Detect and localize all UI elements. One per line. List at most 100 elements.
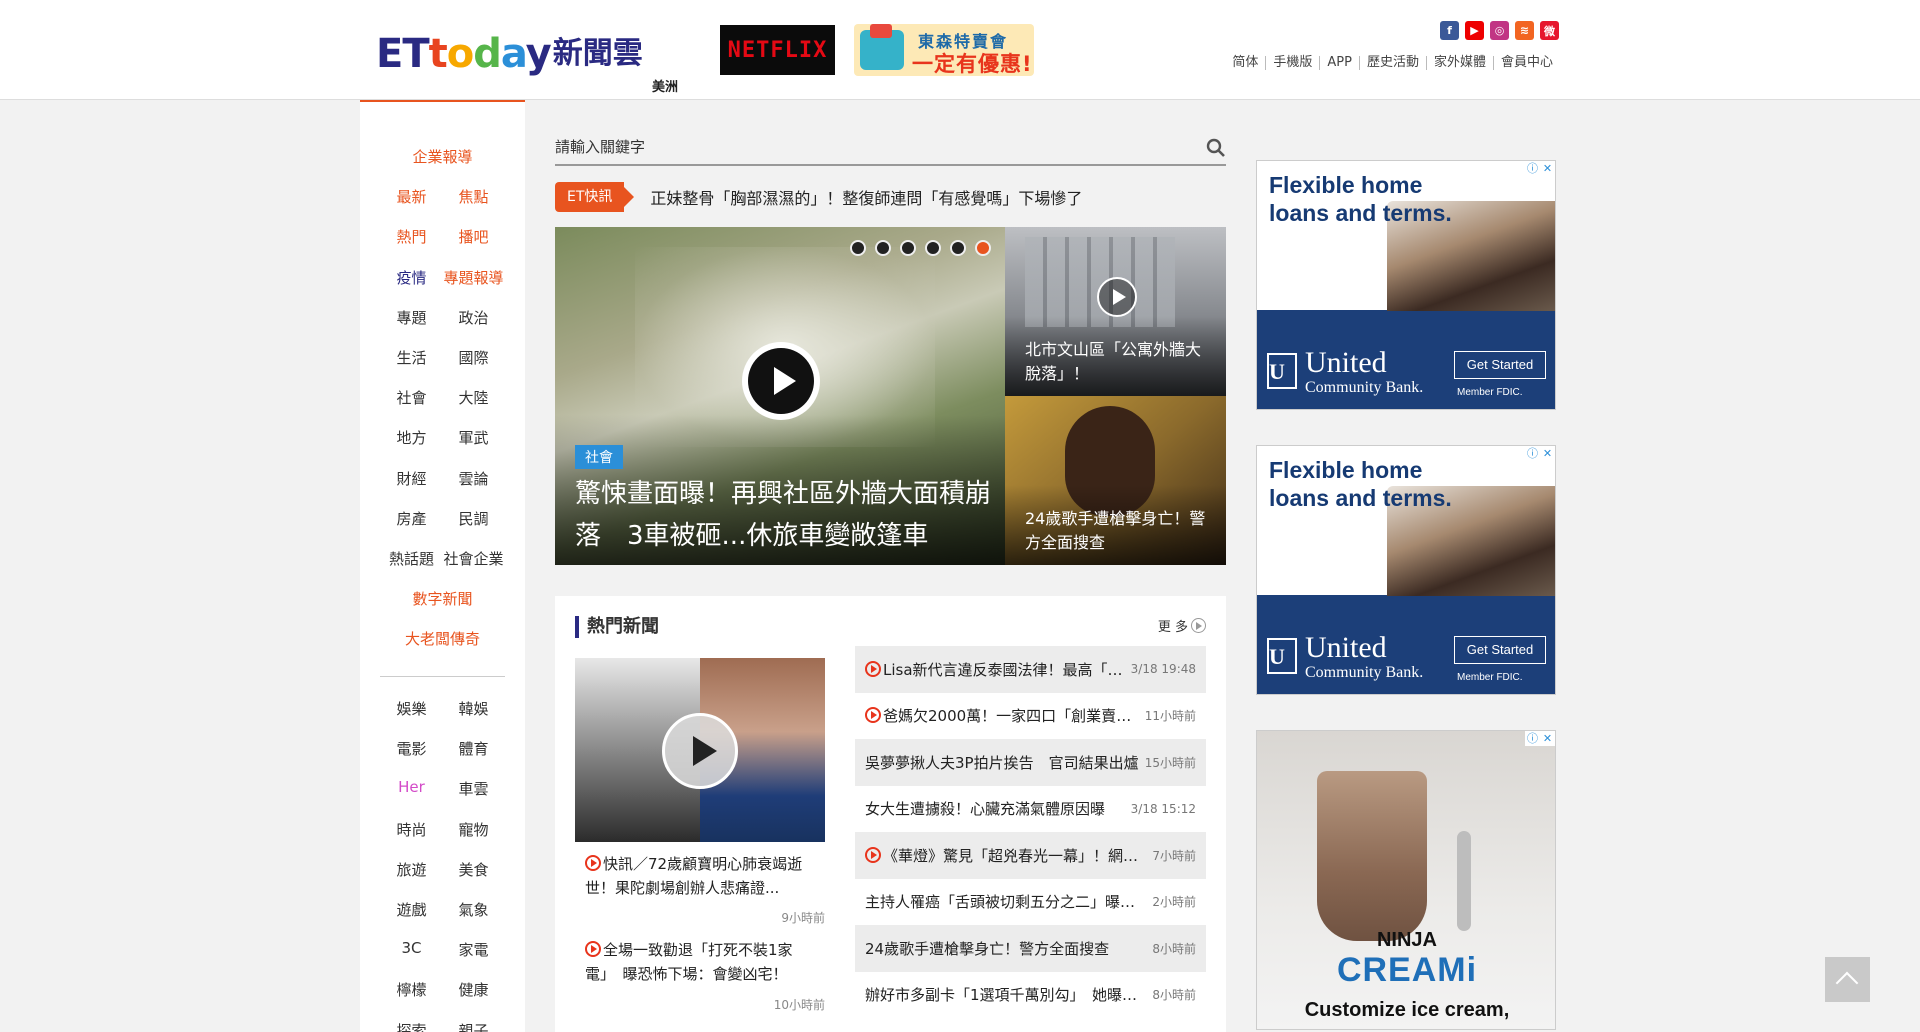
toplink-outdoor-media[interactable]: 家外媒體: [1425, 56, 1493, 70]
hot-news-thumbnail[interactable]: [575, 658, 825, 842]
side-story-title[interactable]: 24歲歌手遭槍擊身亡！警方全面搜查: [1025, 507, 1215, 555]
nav-item[interactable]: 遊戲: [381, 899, 443, 920]
nav-item[interactable]: 寵物: [443, 819, 505, 840]
nav-item[interactable]: 氣象: [443, 899, 505, 920]
nav-item[interactable]: 熱話題: [381, 548, 443, 569]
nav-item[interactable]: 雲論: [443, 468, 505, 489]
play-icon[interactable]: [742, 342, 820, 420]
list-item[interactable]: 主持人罹癌「舌頭被切剩五分之二」曝近況 2小時前: [855, 879, 1206, 926]
adchoices-icon[interactable]: ⓘ: [1525, 161, 1540, 176]
carousel-dot[interactable]: [950, 240, 966, 256]
list-item[interactable]: 爸媽欠2000萬！一家四口「創業賣雞排」 11小時前: [855, 693, 1206, 740]
hot-left-headline[interactable]: 全場一致勸退「打死不裝1家電」 曝恐怖下場：會變凶宅！: [585, 938, 815, 986]
toplink-events[interactable]: 歷史活動: [1358, 56, 1426, 70]
hot-left-headline[interactable]: 快訊／72歲顧寶明心肺衰竭逝世！果陀劇場創辦人悲痛證...: [585, 852, 815, 900]
side-story-2[interactable]: 24歲歌手遭槍擊身亡！警方全面搜查: [1005, 396, 1226, 565]
nav-item[interactable]: 檸檬: [381, 979, 443, 1000]
nav-item[interactable]: 疫情: [381, 267, 443, 288]
close-icon[interactable]: ✕: [1540, 731, 1555, 746]
nav-item[interactable]: 家電: [443, 939, 505, 960]
nav-item[interactable]: 3C: [381, 939, 443, 960]
hero-category-tag[interactable]: 社會: [575, 445, 623, 469]
promo-banner[interactable]: 東森特賣會 一定有優惠!: [854, 24, 1034, 76]
nav-item[interactable]: 房產: [381, 508, 443, 529]
close-icon[interactable]: ✕: [1540, 161, 1555, 176]
nav-item[interactable]: 專題報導: [443, 267, 505, 288]
toplink-member[interactable]: 會員中心: [1492, 56, 1560, 70]
carousel-dot[interactable]: [875, 240, 891, 256]
youtube-icon[interactable]: ▶: [1465, 21, 1484, 40]
facebook-icon[interactable]: f: [1440, 21, 1459, 40]
list-item-title[interactable]: Lisa新代言違反泰國法律！最高「罰50萬」: [865, 659, 1127, 680]
hero-slide[interactable]: 社會 驚悚畫面曝！再興社區外牆大面積崩落 3車被砸...休旅車變敞篷車: [555, 227, 1005, 565]
ad-ninja-creami[interactable]: NINJA CREAMi Customize ice cream, ⓘ ✕: [1256, 730, 1556, 1030]
weibo-icon[interactable]: 微: [1540, 21, 1559, 40]
nav-item[interactable]: 韓娛: [443, 698, 505, 719]
play-icon[interactable]: [662, 713, 738, 789]
carousel-dot[interactable]: [900, 240, 916, 256]
nav-item[interactable]: 車雲: [443, 778, 505, 799]
flash-headline[interactable]: 正妹整骨「胸部濕濕的」！整復師連問「有感覺嗎」下場慘了: [650, 185, 1082, 209]
side-story-1[interactable]: 北市文山區「公寓外牆大脫落」！: [1005, 227, 1226, 396]
list-item[interactable]: 24歲歌手遭槍擊身亡！警方全面搜查 8小時前: [855, 925, 1206, 972]
nav-item[interactable]: 專題: [381, 307, 443, 328]
list-item[interactable]: 吳夢夢揪人夫3P拍片挨告 官司結果出爐 15小時前: [855, 739, 1206, 786]
close-icon[interactable]: ✕: [1540, 446, 1555, 461]
nav-item[interactable]: 政治: [443, 307, 505, 328]
more-link[interactable]: 更 多: [1158, 616, 1206, 635]
region-label[interactable]: 美洲: [652, 76, 678, 95]
back-to-top-button[interactable]: [1825, 957, 1870, 1002]
nav-item[interactable]: 體育: [443, 738, 505, 759]
nav-item[interactable]: 財經: [381, 468, 443, 489]
nav-item[interactable]: 熱門: [381, 226, 443, 247]
get-started-button[interactable]: Get Started: [1454, 636, 1546, 664]
nav-item[interactable]: 探索: [381, 1020, 443, 1032]
ad-united-community-bank[interactable]: Flexible home loans and terms. U United …: [1256, 160, 1556, 410]
carousel-dot[interactable]: [975, 240, 991, 256]
nav-item[interactable]: 民調: [443, 508, 505, 529]
nav-item[interactable]: 美食: [443, 859, 505, 880]
list-item-title[interactable]: 爸媽欠2000萬！一家四口「創業賣雞排」: [865, 705, 1141, 726]
ad-united-community-bank[interactable]: Flexible home loans and terms. U United …: [1256, 445, 1556, 695]
adchoices-icon[interactable]: ⓘ: [1525, 446, 1540, 461]
nav-item[interactable]: 大陸: [443, 387, 505, 408]
ettoday-logo[interactable]: ET today 新聞雲: [376, 26, 643, 76]
search-icon[interactable]: [1206, 138, 1226, 158]
toplink-mobile[interactable]: 手機版: [1265, 56, 1319, 70]
nav-item[interactable]: 健康: [443, 979, 505, 1000]
nav-item[interactable]: Her: [381, 778, 443, 799]
list-item-title[interactable]: 吳夢夢揪人夫3P拍片挨告 官司結果出爐: [865, 752, 1141, 773]
list-item[interactable]: 《華燈》驚見「超兇春光一幕」！網暴動 7小時前: [855, 832, 1206, 879]
nav-item[interactable]: 數字新聞: [368, 588, 518, 609]
carousel-dot[interactable]: [925, 240, 941, 256]
nav-item[interactable]: 播吧: [443, 226, 505, 247]
nav-item[interactable]: 最新: [381, 186, 443, 207]
carousel-dot[interactable]: [850, 240, 866, 256]
nav-item[interactable]: 社會企業: [443, 548, 505, 569]
nav-item[interactable]: 娛樂: [381, 698, 443, 719]
search-input[interactable]: [555, 132, 1175, 162]
toplink-app[interactable]: APP: [1319, 56, 1359, 70]
nav-item[interactable]: 企業報導: [368, 146, 518, 167]
nav-item[interactable]: 焦點: [443, 186, 505, 207]
list-item[interactable]: Lisa新代言違反泰國法律！最高「罰50萬」3/18 19:48: [855, 646, 1206, 693]
nav-item[interactable]: 旅遊: [381, 859, 443, 880]
get-started-button[interactable]: Get Started: [1454, 351, 1546, 379]
side-story-title[interactable]: 北市文山區「公寓外牆大脫落」！: [1025, 338, 1215, 386]
list-item-title[interactable]: 辦好市多副卡「1選項千萬別勾」 她曝原因: [865, 984, 1148, 1005]
nav-item[interactable]: 電影: [381, 738, 443, 759]
adchoices-icon[interactable]: ⓘ: [1525, 731, 1540, 746]
nav-item[interactable]: 大老闆傳奇: [368, 628, 518, 649]
list-item[interactable]: 辦好市多副卡「1選項千萬別勾」 她曝原因 8小時前: [855, 972, 1206, 1019]
rss-icon[interactable]: ≋: [1515, 21, 1534, 40]
nav-item[interactable]: 地方: [381, 427, 443, 448]
netflix-banner[interactable]: NETFLIX: [720, 25, 835, 75]
list-item-title[interactable]: 《華燈》驚見「超兇春光一幕」！網暴動: [865, 845, 1148, 866]
list-item-title[interactable]: 女大生遭擄殺！心臟充滿氣體原因曝: [865, 798, 1127, 819]
nav-item[interactable]: 軍武: [443, 427, 505, 448]
nav-item[interactable]: 時尚: [381, 819, 443, 840]
list-item[interactable]: 女大生遭擄殺！心臟充滿氣體原因曝 3/18 15:12: [855, 786, 1206, 833]
nav-item[interactable]: 生活: [381, 347, 443, 368]
toplink-simplified[interactable]: 简体: [1225, 56, 1265, 70]
nav-item[interactable]: 親子: [443, 1020, 505, 1032]
